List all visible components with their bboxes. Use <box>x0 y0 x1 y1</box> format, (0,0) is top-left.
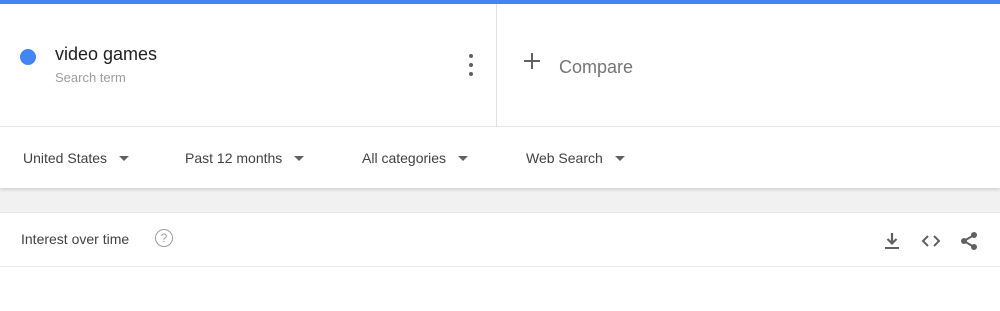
filter-time-range-label: Past 12 months <box>185 150 283 166</box>
filter-search-type-label: Web Search <box>526 150 603 166</box>
filter-region-label: United States <box>23 150 108 166</box>
filter-category[interactable]: All categories <box>362 150 469 166</box>
interest-over-time-panel: Interest over time ? <box>0 212 1000 311</box>
caret-down-icon <box>294 155 305 161</box>
term-color-dot <box>20 49 36 65</box>
share-icon[interactable] <box>958 230 980 252</box>
caret-down-icon <box>458 155 469 161</box>
download-icon[interactable] <box>881 230 903 252</box>
search-terms-row: video games Search term Compare <box>0 4 1000 126</box>
embed-code-icon[interactable] <box>920 230 942 252</box>
help-icon[interactable]: ? <box>155 229 173 247</box>
more-options-icon[interactable] <box>462 54 480 76</box>
compare-button[interactable]: Compare <box>497 4 1000 126</box>
panel-divider <box>0 266 1000 267</box>
term-type-label: Search term <box>55 70 126 85</box>
plus-icon <box>523 52 541 70</box>
filter-search-type[interactable]: Web Search <box>526 150 625 166</box>
caret-down-icon <box>614 155 625 161</box>
compare-label: Compare <box>559 57 634 77</box>
term-name: video games <box>55 44 158 64</box>
caret-down-icon <box>119 155 130 161</box>
filter-category-label: All categories <box>362 150 447 166</box>
filter-time-range[interactable]: Past 12 months <box>185 150 305 166</box>
filter-bar: United States Past 12 months All categor… <box>0 126 1000 188</box>
filter-region[interactable]: United States <box>23 150 130 166</box>
search-term-card[interactable]: video games Search term <box>0 4 497 126</box>
panel-title: Interest over time <box>21 231 130 247</box>
